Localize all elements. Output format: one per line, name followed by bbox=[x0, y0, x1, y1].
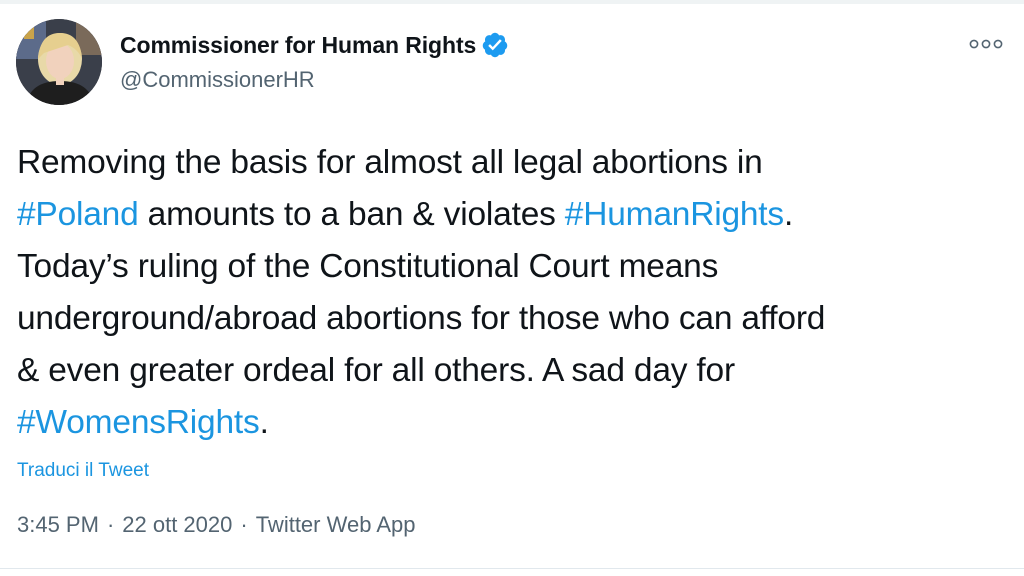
tweet-text: Removing the basis for almost all legal … bbox=[17, 137, 1007, 449]
tweet-meta: 3:45 PM · 22 ott 2020 · Twitter Web App bbox=[17, 512, 415, 538]
more-options-button[interactable] bbox=[964, 30, 1008, 58]
tweet-time[interactable]: 3:45 PM bbox=[17, 512, 99, 538]
hashtag-link[interactable]: #Poland bbox=[17, 196, 139, 233]
tweet-text-segment: & even greater ordeal for all others. A … bbox=[17, 352, 735, 389]
tweet-text-segment: . bbox=[259, 404, 269, 441]
tweet-text-line: #WomensRights. bbox=[17, 397, 1007, 449]
more-options-icon bbox=[969, 39, 1003, 49]
tweet-source[interactable]: Twitter Web App bbox=[256, 512, 416, 538]
hashtag-link[interactable]: #WomensRights bbox=[17, 404, 260, 441]
tweet-text-line: underground/abroad abortions for those w… bbox=[17, 293, 1007, 345]
handle[interactable]: @CommissionerHR bbox=[120, 67, 315, 93]
tweet-card: Commissioner for Human Rights @Commissio… bbox=[0, 0, 1024, 576]
tweet-text-line: Removing the basis for almost all legal … bbox=[17, 137, 1007, 189]
bottom-divider bbox=[0, 568, 1024, 569]
avatar[interactable] bbox=[16, 19, 102, 105]
tweet-text-segment: Today’s ruling of the Constitutional Cou… bbox=[17, 248, 719, 285]
hashtag-link[interactable]: #HumanRights bbox=[565, 196, 784, 233]
tweet-text-line: Today’s ruling of the Constitutional Cou… bbox=[17, 241, 1007, 293]
tweet-text-segment: Removing the basis for almost all legal … bbox=[17, 144, 763, 181]
tweet-text-segment: . bbox=[783, 196, 794, 233]
tweet-text-line: #Poland amounts to a ban & violates #Hum… bbox=[17, 189, 1007, 241]
display-name-row: Commissioner for Human Rights bbox=[120, 30, 509, 60]
display-name[interactable]: Commissioner for Human Rights bbox=[120, 32, 476, 59]
meta-separator: · bbox=[240, 512, 248, 537]
tweet-text-segment: amounts to a ban & violates bbox=[138, 196, 565, 233]
verified-badge-icon bbox=[481, 31, 509, 59]
tweet-text-segment: underground/abroad abortions for those w… bbox=[17, 300, 826, 337]
tweet-text-line: & even greater ordeal for all others. A … bbox=[17, 345, 1007, 397]
tweet-date[interactable]: 22 ott 2020 bbox=[122, 512, 232, 538]
avatar-photo bbox=[16, 19, 102, 105]
translate-tweet-link[interactable]: Traduci il Tweet bbox=[17, 460, 149, 482]
top-divider bbox=[0, 0, 1024, 4]
meta-separator: · bbox=[106, 512, 115, 537]
